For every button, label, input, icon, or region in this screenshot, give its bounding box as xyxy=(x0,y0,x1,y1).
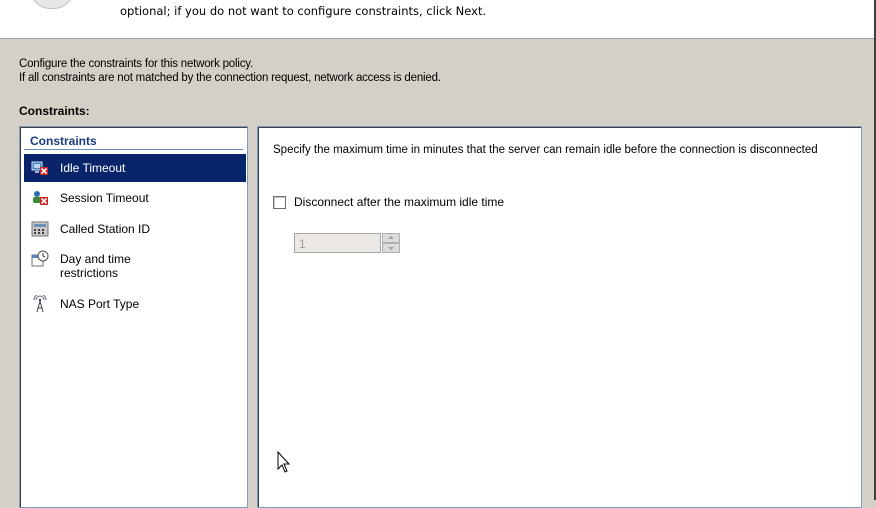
wizard-header: optional; if you do not want to configur… xyxy=(0,0,876,39)
antenna-icon xyxy=(33,295,47,313)
constraints-section-label: Constraints: xyxy=(19,104,90,118)
constraint-detail-panel: Specify the maximum time in minutes that… xyxy=(257,126,862,508)
spinner-down-button[interactable] xyxy=(382,243,400,253)
constraints-list[interactable]: Constraints Idle Timeout Session Timeout xyxy=(19,126,248,508)
disconnect-checkbox[interactable] xyxy=(273,195,286,209)
disconnect-checkbox-row[interactable]: Disconnect after the maximum idle time xyxy=(273,195,504,209)
idle-time-input[interactable]: 1 xyxy=(294,233,381,253)
constraint-item-label: Idle Timeout xyxy=(60,161,126,175)
constraint-item-called-station-id[interactable]: Called Station ID xyxy=(24,215,246,243)
disconnect-checkbox-label[interactable]: Disconnect after the maximum idle time xyxy=(294,195,504,209)
intro-text: Configure the constraints for this netwo… xyxy=(19,57,441,85)
intro-line-1: Configure the constraints for this netwo… xyxy=(19,58,253,70)
label-line-1: Day and time xyxy=(60,252,131,266)
constraint-item-session-timeout[interactable]: Session Timeout xyxy=(24,184,246,212)
intro-line-2: If all constraints are not matched by th… xyxy=(19,72,441,84)
spinner-up-button[interactable] xyxy=(382,233,400,243)
constraint-item-label: NAS Port Type xyxy=(60,297,140,311)
constraint-item-label: Called Station ID xyxy=(60,222,151,236)
idle-timeout-icon xyxy=(31,161,48,175)
session-timeout-icon xyxy=(33,191,48,205)
mouse-cursor-icon xyxy=(277,451,291,473)
constraints-list-title: Constraints xyxy=(30,134,97,148)
header-description: optional; if you do not want to configur… xyxy=(120,4,487,18)
wizard-header-icon xyxy=(30,0,74,9)
label-line-2: restrictions xyxy=(60,266,119,280)
constraint-item-label: Day and time restrictions xyxy=(60,252,131,280)
constraint-item-idle-timeout[interactable]: Idle Timeout xyxy=(24,154,246,182)
constraint-item-day-time[interactable]: Day and time restrictions xyxy=(24,245,246,285)
calendar-clock-icon xyxy=(31,250,49,267)
list-title-divider xyxy=(24,149,243,150)
detail-description: Specify the maximum time in minutes that… xyxy=(273,144,818,156)
constraint-item-nas-port-type[interactable]: NAS Port Type xyxy=(24,290,246,318)
constraint-item-label: Session Timeout xyxy=(60,191,149,205)
called-station-id-icon xyxy=(31,221,49,237)
idle-time-spinner[interactable]: 1 xyxy=(294,233,406,255)
